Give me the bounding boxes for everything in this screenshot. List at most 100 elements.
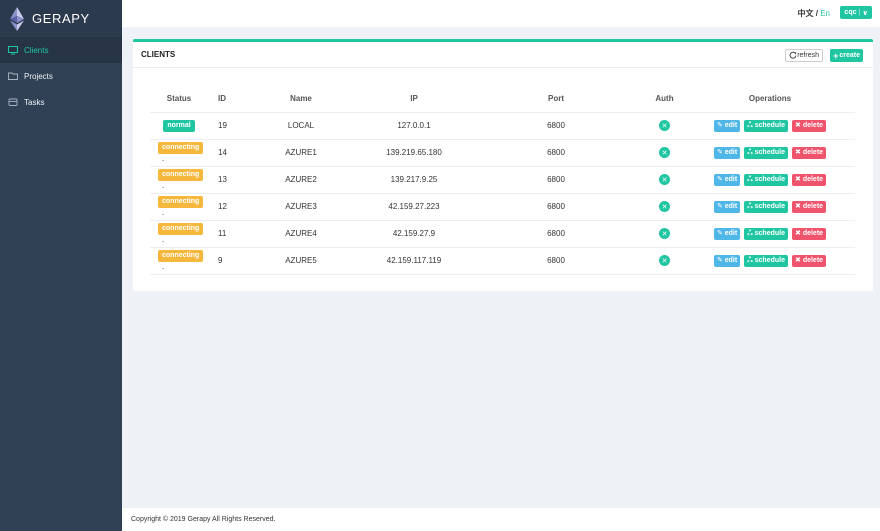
edit-label: edit [724, 229, 738, 237]
table-row: connecting. 13 AZURE2 139.217.9.25 6800 … [150, 166, 855, 194]
edit-button[interactable]: ✎ edit [713, 146, 741, 159]
folder-icon [8, 71, 18, 81]
delete-button[interactable]: ✖ delete [792, 119, 827, 132]
edit-button[interactable]: ✎ edit [713, 173, 741, 186]
row-id: 9 [208, 247, 242, 275]
row-name: AZURE4 [242, 220, 360, 248]
sidebar-item-tasks[interactable]: Tasks [0, 89, 122, 115]
row-name: AZURE2 [242, 166, 360, 194]
status-dot: . [162, 181, 165, 190]
schedule-label: schedule [754, 121, 785, 129]
row-name: LOCAL [242, 112, 360, 140]
edit-button[interactable]: ✎ edit [713, 119, 741, 132]
auth-status-icon: ✕ [659, 147, 670, 158]
tasks-icon [8, 97, 18, 107]
auth-status-icon: ✕ [659, 255, 670, 266]
schedule-button[interactable]: ஃ schedule [744, 254, 788, 267]
user-menu-button[interactable]: cqc | ∨ [840, 6, 872, 19]
footer: Copyright © 2019 Gerapy All Rights Reser… [122, 508, 880, 531]
status-badge: connecting [158, 142, 204, 154]
close-icon: ✖ [795, 121, 803, 129]
edit-label: edit [724, 148, 738, 156]
header-auth: Auth [644, 94, 685, 113]
logo[interactable]: GERAPY [0, 0, 122, 37]
table-row: connecting. 12 AZURE3 42.159.27.223 6800… [150, 193, 855, 221]
status-dot: . [162, 154, 165, 163]
topbar: 中文 / En cqc | ∨ [122, 0, 880, 27]
sidebar-item-label: Clients [24, 45, 49, 55]
delete-button[interactable]: ✖ delete [792, 200, 827, 213]
schedule-button[interactable]: ஃ schedule [744, 146, 788, 159]
edit-icon: ✎ [716, 256, 725, 264]
monitor-icon [8, 45, 18, 55]
status-dot: . [162, 208, 165, 217]
delete-button[interactable]: ✖ delete [792, 254, 827, 267]
row-port: 6800 [468, 220, 644, 248]
status-badge: connecting [158, 223, 204, 235]
row-ip: 139.217.9.25 [360, 166, 468, 194]
panel-title: CLIENTS [141, 50, 176, 59]
edit-button[interactable]: ✎ edit [713, 254, 741, 267]
delete-button[interactable]: ✖ delete [792, 146, 827, 159]
sitemap-icon: ஃ [747, 202, 755, 210]
delete-button[interactable]: ✖ delete [792, 227, 827, 240]
clients-panel: CLIENTS refresh + create Status ID Name … [133, 39, 873, 291]
sitemap-icon: ஃ [747, 256, 755, 264]
sitemap-icon: ஃ [747, 121, 755, 129]
edit-label: edit [724, 175, 738, 183]
edit-button[interactable]: ✎ edit [713, 200, 741, 213]
language-switcher: 中文 / En [798, 8, 830, 19]
refresh-button[interactable]: refresh [785, 49, 823, 62]
row-ip: 42.159.117.119 [360, 247, 468, 275]
close-icon: ✖ [795, 202, 803, 210]
schedule-button[interactable]: ஃ schedule [744, 200, 788, 213]
edit-icon: ✎ [716, 175, 725, 183]
table-row: normal 19 LOCAL 127.0.0.1 6800 ✕ ✎ edit … [150, 112, 855, 140]
row-ip: 139.219.65.180 [360, 139, 468, 167]
header-id: ID [208, 94, 242, 113]
sidebar-item-projects[interactable]: Projects [0, 63, 122, 89]
lang-en-link[interactable]: En [820, 9, 830, 18]
header-port: Port [468, 94, 644, 113]
table-row: connecting. 14 AZURE1 139.219.65.180 680… [150, 139, 855, 167]
logo-text: GERAPY [32, 11, 90, 26]
sidebar-item-clients[interactable]: Clients [0, 37, 122, 63]
schedule-button[interactable]: ஃ schedule [744, 119, 788, 132]
row-id: 19 [208, 112, 242, 140]
copyright-text: Copyright © 2019 Gerapy All Rights Reser… [131, 516, 276, 523]
ethereum-logo-icon [10, 6, 24, 31]
sidebar-item-label: Projects [24, 71, 53, 81]
create-label: create [839, 52, 860, 59]
table-row: connecting. 11 AZURE4 42.159.27.9 6800 ✕… [150, 220, 855, 248]
chevron-down-icon: ∨ [862, 9, 868, 17]
delete-label: delete [802, 175, 824, 183]
schedule-label: schedule [754, 256, 785, 264]
row-name: AZURE3 [242, 193, 360, 221]
sitemap-icon: ஃ [747, 148, 755, 156]
edit-label: edit [724, 121, 738, 129]
status-badge: connecting [158, 196, 204, 208]
status-badge: connecting [158, 250, 204, 262]
schedule-button[interactable]: ஃ schedule [744, 173, 788, 186]
edit-icon: ✎ [716, 229, 725, 237]
close-icon: ✖ [795, 175, 803, 183]
user-name: cqc [844, 9, 857, 16]
row-port: 6800 [468, 112, 644, 140]
row-port: 6800 [468, 166, 644, 194]
row-port: 6800 [468, 193, 644, 221]
auth-status-icon: ✕ [659, 228, 670, 239]
delete-button[interactable]: ✖ delete [792, 173, 827, 186]
edit-button[interactable]: ✎ edit [713, 227, 741, 240]
status-dot: . [162, 235, 165, 244]
row-name: AZURE1 [242, 139, 360, 167]
sitemap-icon: ஃ [747, 229, 755, 237]
row-name: AZURE5 [242, 247, 360, 275]
user-menu-divider: | [858, 9, 861, 16]
delete-label: delete [802, 202, 824, 210]
row-ip: 42.159.27.223 [360, 193, 468, 221]
row-ip: 42.159.27.9 [360, 220, 468, 248]
schedule-button[interactable]: ஃ schedule [744, 227, 788, 240]
lang-zh-link[interactable]: 中文 [798, 9, 814, 18]
create-button[interactable]: + create [830, 49, 863, 62]
edit-icon: ✎ [716, 202, 725, 210]
